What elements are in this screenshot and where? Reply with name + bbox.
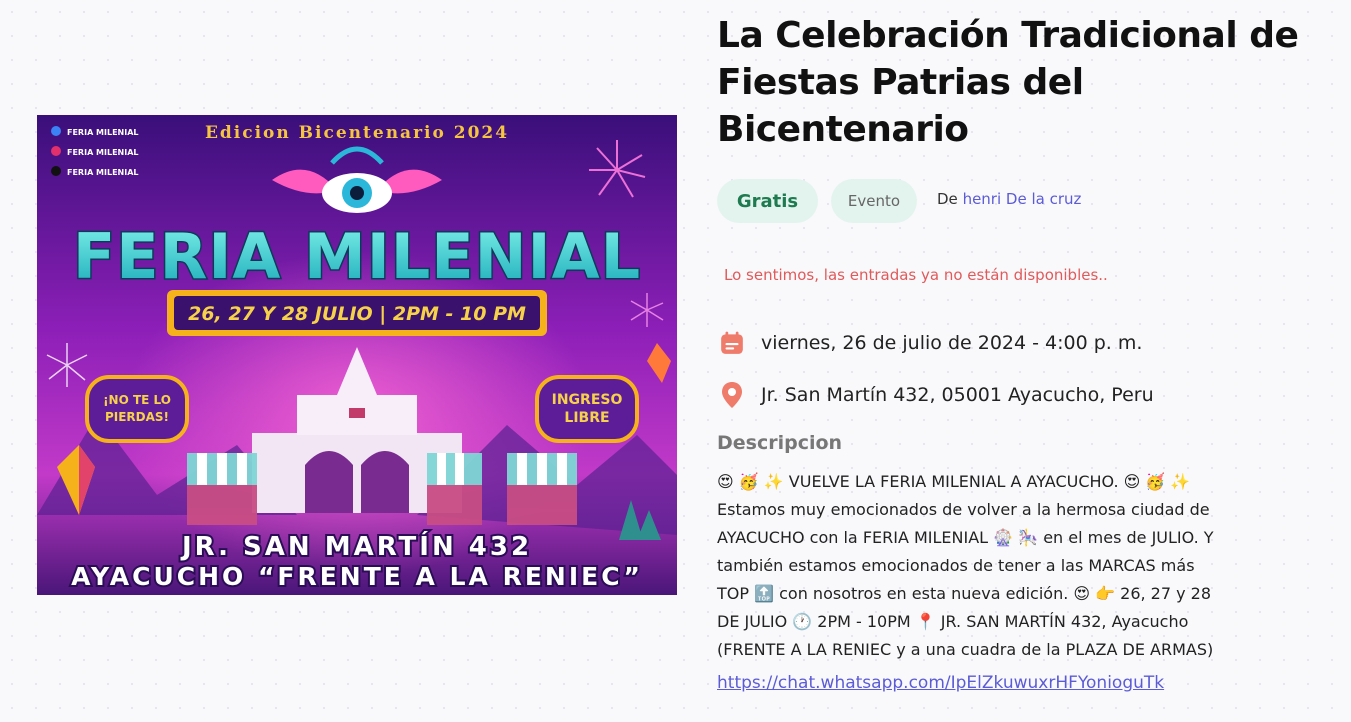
poster-social-instagram: FERIA MILENIAL: [67, 148, 139, 157]
description-line: también estamos emocionados de tener a l…: [717, 556, 1195, 575]
price-badge: Gratis: [717, 179, 818, 223]
organizer: De henri De la cruz: [937, 190, 1081, 208]
description-line: (FRENTE A LA RENIEC y a una cuadra de la…: [717, 640, 1214, 659]
poster-dates: 26, 27 Y 28 JULIO | 2PM - 10 PM: [188, 303, 526, 325]
poster-left-badge-line1: ¡NO TE LO: [103, 393, 171, 407]
event-title: La Celebración Tradicional de Fiestas Pa…: [717, 15, 1299, 150]
description-line: 😍 🥳 ✨ VUELVE LA FERIA MILENIAL A AYACUCH…: [717, 472, 1191, 491]
poster-headline: FERIA MILENIAL: [73, 220, 641, 293]
organizer-prefix: De: [937, 190, 958, 208]
poster-social-facebook: FERIA MILENIAL: [67, 128, 139, 137]
soldout-message: Lo sentimos, las entradas ya no están di…: [724, 266, 1108, 284]
description-heading: Descripcion: [717, 432, 843, 454]
poster-address-line1: JR. SAN MARTÍN 432: [180, 530, 532, 562]
whatsapp-link[interactable]: https://chat.whatsapp.com/IpElZkuwuxrHFY…: [717, 673, 1164, 693]
event-poster-image: FERIA MILENIAL FERIA MILENIAL FERIA MILE…: [37, 115, 677, 595]
poster-address-line2: AYACUCHO “FRENTE A LA RENIEC”: [71, 562, 643, 591]
event-location-row: Jr. San Martín 432, 05001 Ayacucho, Peru: [717, 380, 1154, 410]
event-date: viernes, 26 de julio de 2024 - 4:00 p. m…: [761, 332, 1143, 354]
description-line: TOP 🔝 con nosotros en esta nueva edición…: [717, 584, 1212, 603]
calendar-icon: [717, 328, 747, 358]
event-location: Jr. San Martín 432, 05001 Ayacucho, Peru: [761, 384, 1154, 406]
organizer-link[interactable]: henri De la cruz: [963, 190, 1082, 208]
description-line: DE JULIO 🕐 2PM - 10PM 📍 JR. SAN MARTÍN 4…: [717, 612, 1189, 631]
map-pin-icon: [717, 380, 747, 410]
poster-right-badge-line2: LIBRE: [564, 410, 609, 426]
poster-social-tiktok: FERIA MILENIAL: [67, 168, 139, 177]
poster-right-badge-line1: INGRESO: [552, 392, 623, 408]
poster-edition: Edicion Bicentenario 2024: [205, 123, 509, 143]
description-line: AYACUCHO con la FERIA MILENIAL 🎡 🎠 en el…: [717, 528, 1214, 547]
poster-left-badge-line2: PIERDAS!: [105, 410, 169, 424]
description-line: Estamos muy emocionados de volver a la h…: [717, 500, 1210, 519]
event-date-row: viernes, 26 de julio de 2024 - 4:00 p. m…: [717, 328, 1142, 358]
event-type-badge: Evento: [831, 179, 917, 223]
description-body: 😍 🥳 ✨ VUELVE LA FERIA MILENIAL A AYACUCH…: [717, 468, 1292, 664]
